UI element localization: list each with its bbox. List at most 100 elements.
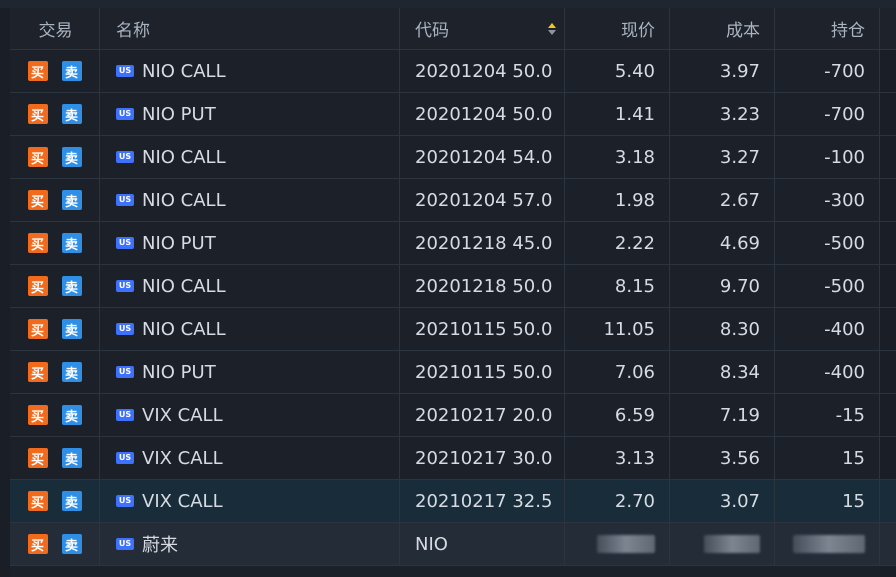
buy-button[interactable]: 买	[27, 190, 48, 210]
position-qty: -400	[775, 308, 880, 350]
table-row[interactable]: 买 卖 US 蔚来 NIO	[10, 523, 896, 566]
position-qty: -500	[775, 222, 880, 264]
us-market-icon: US	[116, 108, 134, 120]
current-price: 5.40	[565, 50, 670, 92]
sell-button[interactable]: 卖	[61, 190, 82, 210]
trade-actions: 买 卖	[10, 136, 100, 178]
instrument-name-text: VIX CALL	[142, 490, 223, 512]
instrument-name-text: NIO CALL	[142, 189, 226, 211]
table-row[interactable]: 买 卖 US NIO CALL 20201218 50.0 8.15 9.70 …	[10, 265, 896, 308]
buy-button[interactable]: 买	[27, 319, 48, 339]
buy-button[interactable]: 买	[27, 276, 48, 296]
sell-button[interactable]: 卖	[61, 276, 82, 296]
header-extra-cell	[880, 8, 896, 49]
table-row[interactable]: 买 卖 US NIO PUT 20201204 50.0 1.41 3.23 -…	[10, 93, 896, 136]
instrument-name: US NIO CALL	[100, 50, 400, 92]
header-position-label: 持仓	[831, 21, 865, 41]
cost-price: 8.34	[670, 351, 775, 393]
table-row[interactable]: 买 卖 US NIO PUT 20210115 50.0 7.06 8.34 -…	[10, 351, 896, 394]
us-market-icon: US	[116, 194, 134, 206]
buy-button[interactable]: 买	[27, 491, 48, 511]
row-extra-cell	[880, 179, 896, 221]
sell-button[interactable]: 卖	[61, 61, 82, 81]
sell-button[interactable]: 卖	[61, 233, 82, 253]
buy-button[interactable]: 买	[27, 104, 48, 124]
table-row[interactable]: 买 卖 US NIO PUT 20201218 45.0 2.22 4.69 -…	[10, 222, 896, 265]
current-price: 3.13	[565, 437, 670, 479]
current-price: 2.70	[565, 480, 670, 522]
instrument-code: 20210217 32.5	[400, 480, 565, 522]
table-header: 交易 名称 代码 现价 成本 持仓	[10, 8, 896, 50]
instrument-code: 20201218 50.0	[400, 265, 565, 307]
instrument-name-text: VIX CALL	[142, 447, 223, 469]
buy-button[interactable]: 买	[27, 362, 48, 382]
table-row[interactable]: 买 卖 US VIX CALL 20210217 30.0 3.13 3.56 …	[10, 437, 896, 480]
table-row[interactable]: 买 卖 US VIX CALL 20210217 20.0 6.59 7.19 …	[10, 394, 896, 437]
cost-price: 7.19	[670, 394, 775, 436]
header-trade[interactable]: 交易	[10, 8, 100, 49]
cost-price	[670, 523, 775, 565]
header-name[interactable]: 名称	[100, 8, 400, 49]
instrument-name: US VIX CALL	[100, 480, 400, 522]
buy-button[interactable]: 买	[27, 147, 48, 167]
header-position[interactable]: 持仓	[775, 8, 880, 49]
instrument-code: 20210217 20.0	[400, 394, 565, 436]
row-extra-cell	[880, 437, 896, 479]
sell-button[interactable]: 卖	[61, 362, 82, 382]
position-qty: -300	[775, 179, 880, 221]
instrument-name: US 蔚来	[100, 523, 400, 565]
sell-button[interactable]: 卖	[61, 405, 82, 425]
header-name-label: 名称	[116, 21, 150, 41]
sell-button[interactable]: 卖	[61, 534, 82, 554]
positions-table: 交易 名称 代码 现价 成本 持仓 买 卖 US NIO CALL 202012…	[10, 8, 896, 566]
row-extra-cell	[880, 265, 896, 307]
sell-button[interactable]: 卖	[61, 448, 82, 468]
instrument-name: US VIX CALL	[100, 394, 400, 436]
us-market-icon: US	[116, 151, 134, 163]
table-row[interactable]: 买 卖 US NIO CALL 20201204 54.0 3.18 3.27 …	[10, 136, 896, 179]
instrument-name-text: NIO PUT	[142, 103, 216, 125]
instrument-name-text: VIX CALL	[142, 404, 223, 426]
sell-button[interactable]: 卖	[61, 319, 82, 339]
sell-button[interactable]: 卖	[61, 147, 82, 167]
trade-actions: 买 卖	[10, 480, 100, 522]
buy-button[interactable]: 买	[27, 534, 48, 554]
row-extra-cell	[880, 308, 896, 350]
position-qty: 15	[775, 480, 880, 522]
table-row[interactable]: 买 卖 US NIO CALL 20201204 50.0 5.40 3.97 …	[10, 50, 896, 93]
row-extra-cell	[880, 523, 896, 565]
table-row[interactable]: 买 卖 US NIO CALL 20210115 50.0 11.05 8.30…	[10, 308, 896, 351]
row-extra-cell	[880, 50, 896, 92]
buy-button[interactable]: 买	[27, 448, 48, 468]
instrument-name: US VIX CALL	[100, 437, 400, 479]
buy-button[interactable]: 买	[27, 405, 48, 425]
instrument-name-text: NIO PUT	[142, 232, 216, 254]
sort-icon[interactable]	[548, 22, 556, 35]
instrument-code: NIO	[400, 523, 565, 565]
header-cost-label: 成本	[726, 21, 760, 41]
instrument-code: 20201218 45.0	[400, 222, 565, 264]
header-code[interactable]: 代码	[400, 8, 565, 49]
row-extra-cell	[880, 136, 896, 178]
buy-button[interactable]: 买	[27, 61, 48, 81]
current-price: 1.41	[565, 93, 670, 135]
sell-button[interactable]: 卖	[61, 104, 82, 124]
table-row-selected[interactable]: 买 卖 US VIX CALL 20210217 32.5 2.70 3.07 …	[10, 480, 896, 523]
row-extra-cell	[880, 351, 896, 393]
instrument-name: US NIO PUT	[100, 93, 400, 135]
cost-price: 3.27	[670, 136, 775, 178]
instrument-code: 20210115 50.0	[400, 351, 565, 393]
instrument-name: US NIO CALL	[100, 265, 400, 307]
position-qty: 15	[775, 437, 880, 479]
instrument-name: US NIO PUT	[100, 222, 400, 264]
header-price[interactable]: 现价	[565, 8, 670, 49]
instrument-name: US NIO CALL	[100, 308, 400, 350]
sell-button[interactable]: 卖	[61, 491, 82, 511]
cost-price: 3.23	[670, 93, 775, 135]
us-market-icon: US	[116, 495, 134, 507]
header-cost[interactable]: 成本	[670, 8, 775, 49]
sort-down-icon	[548, 29, 556, 35]
position-qty: -700	[775, 93, 880, 135]
table-row[interactable]: 买 卖 US NIO CALL 20201204 57.0 1.98 2.67 …	[10, 179, 896, 222]
buy-button[interactable]: 买	[27, 233, 48, 253]
